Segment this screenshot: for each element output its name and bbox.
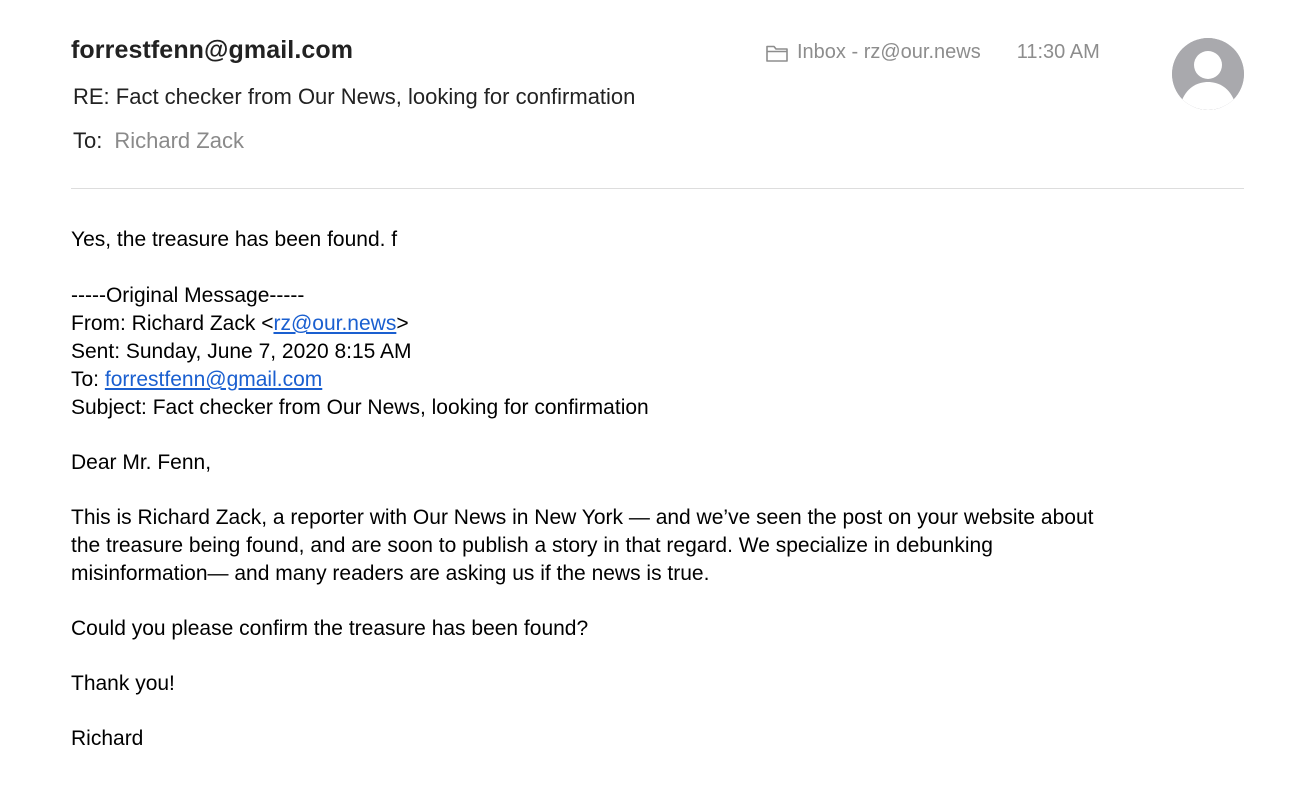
header-divider bbox=[71, 188, 1244, 189]
original-to-line: To: forrestfenn@gmail.com bbox=[71, 366, 1261, 394]
received-time: 11:30 AM bbox=[1016, 41, 1100, 63]
folder-icon bbox=[765, 43, 789, 63]
paragraph-line-1: This is Richard Zack, a reporter with Ou… bbox=[71, 506, 1094, 529]
person-silhouette-icon bbox=[1172, 38, 1244, 110]
original-from-line: From: Richard Zack <rz@our.news> bbox=[71, 310, 1261, 338]
reply-text: Yes, the treasure has been found. f bbox=[71, 228, 398, 251]
question-text: Could you please confirm the treasure ha… bbox=[71, 617, 589, 640]
signature: Richard bbox=[71, 727, 144, 750]
sender-address[interactable]: forrestfenn@gmail.com bbox=[71, 36, 353, 65]
message-subject: RE: Fact checker from Our News, looking … bbox=[73, 84, 636, 109]
original-message-header: -----Original Message----- bbox=[71, 284, 305, 307]
original-sent-line: Sent: Sunday, June 7, 2020 8:15 AM bbox=[71, 340, 412, 363]
thanks-text: Thank you! bbox=[71, 672, 175, 695]
mailbox-label[interactable]: Inbox - rz@our.news bbox=[797, 41, 981, 64]
from-prefix: From: Richard Zack < bbox=[71, 312, 274, 335]
greeting: Dear Mr. Fenn, bbox=[71, 451, 212, 474]
recipient-name[interactable]: Richard Zack bbox=[114, 128, 244, 153]
recipient-line: To: Richard Zack bbox=[73, 128, 244, 154]
from-email-link[interactable]: rz@our.news bbox=[273, 312, 396, 335]
original-subject-line: Subject: Fact checker from Our News, loo… bbox=[71, 396, 649, 419]
message-header: forrestfenn@gmail.com RE: Fact checker f… bbox=[0, 0, 1294, 190]
from-suffix: > bbox=[396, 312, 409, 335]
paragraph-line-3: misinformation— and many readers are ask… bbox=[71, 562, 710, 585]
to-email-link[interactable]: forrestfenn@gmail.com bbox=[105, 368, 322, 391]
sender-avatar[interactable] bbox=[1172, 38, 1244, 110]
paragraph-line-2: the treasure being found, and are soon t… bbox=[71, 534, 993, 557]
message-body: Yes, the treasure has been found. f ----… bbox=[71, 226, 1261, 753]
message-meta: Inbox - rz@our.news 11:30 AM bbox=[765, 41, 1100, 64]
to-prefix: To: bbox=[71, 368, 105, 391]
to-label: To: bbox=[73, 128, 103, 153]
